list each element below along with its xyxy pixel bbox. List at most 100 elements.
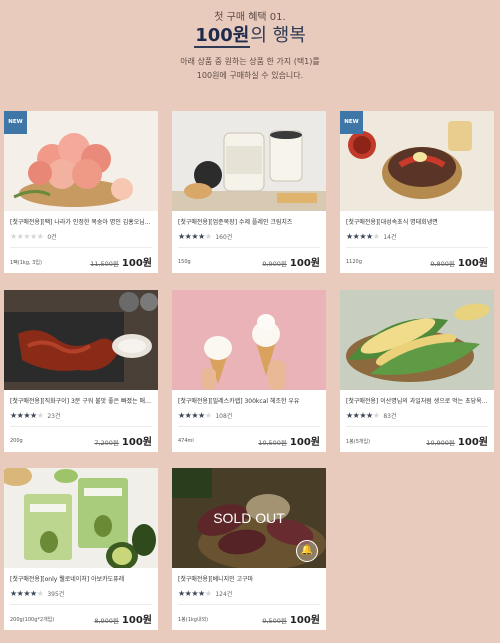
divider xyxy=(178,604,320,605)
star-icon: ★★★★ xyxy=(178,232,205,241)
rating-stars: ★★★★★ 160건 xyxy=(178,232,232,241)
product-card[interactable]: NEW [첫구매전용][대성속초식 명태회냉면 ★★★★★ 14건 1120g 9… xyxy=(340,111,494,273)
review-count: 83건 xyxy=(383,413,397,420)
product-card[interactable]: [첫구매전용][직화구이] 3분 구워 불맛 좋은 빠졌는 매운... ★★★★… xyxy=(4,290,158,452)
star-icon: ★ xyxy=(372,411,380,420)
product-unit: 1120g xyxy=(346,259,362,265)
star-icon: ★★★★ xyxy=(346,232,373,241)
original-price: 10,500원 xyxy=(258,439,287,447)
sale-price: 100원 xyxy=(121,437,152,448)
product-image-cream-cheese[interactable] xyxy=(172,111,326,211)
divider xyxy=(10,247,152,248)
sale-price: 100원 xyxy=(289,437,320,448)
review-count: 160건 xyxy=(215,234,233,241)
star-icon: ★★★★★ xyxy=(10,232,44,241)
promo-title: 100원의 행복 xyxy=(0,21,500,48)
review-count: 108건 xyxy=(215,413,233,420)
product-image-cold-noodles[interactable]: NEW xyxy=(340,111,494,211)
promo-description-line-1: 아래 상품 중 원하는 상품 한 가지 (택1)를 xyxy=(180,57,320,66)
original-price: 9,900원 xyxy=(262,260,287,268)
star-icon: ★ xyxy=(36,411,44,420)
product-card[interactable]: [첫구매전용] 이산명님의 과일처럼 생으로 먹는 초당옥... ★★★★★ 83… xyxy=(340,290,494,452)
product-unit: 1봉(5개입) xyxy=(346,439,371,445)
price: 10,500원 100원 xyxy=(258,433,320,448)
product-name[interactable]: [첫구매전용][직화구이] 3분 구워 불맛 좋은 빠졌는 매운... xyxy=(10,396,154,405)
sale-price: 100원 xyxy=(121,615,152,626)
product-unit: 474ml xyxy=(178,438,194,444)
product-card[interactable]: NEW [첫구매전용][팩] 나라가 인정한 복숭아 명인 김홍오님... ★★… xyxy=(4,111,158,273)
product-image-corn[interactable] xyxy=(340,290,494,390)
original-price: 9,800원 xyxy=(430,260,455,268)
rating-stars: ★★★★★ 23건 xyxy=(10,411,61,420)
star-icon: ★★★★ xyxy=(10,589,37,598)
divider xyxy=(346,247,488,248)
promo-title-rest: 의 행복 xyxy=(250,25,306,46)
sale-price: 100원 xyxy=(121,258,152,269)
divider xyxy=(178,247,320,248)
rating-stars: ★★★★★ 83건 xyxy=(346,411,397,420)
product-name[interactable]: [첫구매전용] 이산명님의 과일처럼 생으로 먹는 초당옥... xyxy=(346,396,490,405)
product-unit: 200g xyxy=(10,438,23,444)
review-count: 14건 xyxy=(383,234,397,241)
product-name[interactable]: [첫구매전용][베니지민 고구마 xyxy=(178,574,322,583)
sale-price: 100원 xyxy=(289,258,320,269)
original-price: 10,900원 xyxy=(426,439,455,447)
original-price: 8,900원 xyxy=(94,617,119,625)
product-name[interactable]: [첫구매전용][엄준목장] 수제 플레인 크림치즈 xyxy=(178,217,322,226)
product-unit: 150g xyxy=(178,259,191,265)
rating-stars: ★★★★★ 124건 xyxy=(178,589,232,598)
product-card[interactable]: [첫구매전용][only 웰로네이처] 아보카도퓨레 ★★★★★ 395건 200… xyxy=(4,468,158,630)
product-unit: 1팩(1kg, 3입) xyxy=(10,260,42,266)
product-card[interactable]: [첫구매전용][엄준목장] 수제 플레인 크림치즈 ★★★★★ 160건 150g… xyxy=(172,111,326,273)
product-name[interactable]: [첫구매전용][대성속초식 명태회냉면 xyxy=(346,217,490,226)
divider xyxy=(178,426,320,427)
product-image-peaches[interactable]: NEW xyxy=(4,111,158,211)
product-unit: 200g(100g*2개입) xyxy=(10,617,55,623)
product-image-avocado-puree[interactable] xyxy=(4,468,158,568)
star-icon: ★ xyxy=(204,232,212,241)
divider xyxy=(10,604,152,605)
star-icon: ★ xyxy=(204,589,212,598)
review-count: 0건 xyxy=(47,234,57,241)
product-name[interactable]: [첫구매전용][밀레스카랩] 300kcal 헤조한 우유 xyxy=(178,396,322,405)
new-badge: NEW xyxy=(340,111,363,134)
price: 10,900원 100원 xyxy=(426,433,488,448)
price: 9,500원 100원 xyxy=(262,611,320,626)
star-icon: ★★★★ xyxy=(178,589,205,598)
product-name[interactable]: [첫구매전용][only 웰로네이처] 아보카도퓨레 xyxy=(10,574,154,583)
promo-description: 아래 상품 중 원하는 상품 한 가지 (택1)를 100원에 구매하실 수 있… xyxy=(0,55,500,83)
original-price: 7,200원 xyxy=(94,439,119,447)
original-price: 9,500원 xyxy=(262,617,287,625)
review-count: 395건 xyxy=(47,591,65,598)
product-image-sweet-potato[interactable]: SOLD OUT 🔔 xyxy=(172,468,326,568)
rating-stars: ★★★★★ 0건 xyxy=(10,232,57,241)
product-unit: 1봉(1kg내외) xyxy=(178,617,209,623)
star-icon: ★ xyxy=(36,589,44,598)
rating-stars: ★★★★★ 108건 xyxy=(178,411,232,420)
promo-title-highlight: 100원 xyxy=(194,25,251,48)
price: 9,900원 100원 xyxy=(262,254,320,269)
review-count: 23건 xyxy=(47,413,61,420)
price: 8,900원 100원 xyxy=(94,611,152,626)
price: 9,800원 100원 xyxy=(430,254,488,269)
product-name[interactable]: [첫구매전용][팩] 나라가 인정한 복숭아 명인 김홍오님... xyxy=(10,217,154,226)
star-icon: ★ xyxy=(372,232,380,241)
bell-icon[interactable]: 🔔 xyxy=(296,540,318,562)
product-card[interactable]: SOLD OUT 🔔 [첫구매전용][베니지민 고구마 ★★★★★ 124건 1봉… xyxy=(172,468,326,630)
rating-stars: ★★★★★ 395건 xyxy=(10,589,64,598)
star-icon: ★ xyxy=(204,411,212,420)
promo-description-line-2: 100원에 구매하실 수 있습니다. xyxy=(196,71,304,80)
product-image-grilled-meat[interactable] xyxy=(4,290,158,390)
star-icon: ★★★★ xyxy=(10,411,37,420)
price: 7,200원 100원 xyxy=(94,433,152,448)
rating-stars: ★★★★★ 14건 xyxy=(346,232,397,241)
review-count: 124건 xyxy=(215,591,233,598)
product-image-ice-cream[interactable] xyxy=(172,290,326,390)
original-price: 11,500원 xyxy=(90,260,119,268)
star-icon: ★★★★ xyxy=(178,411,205,420)
sale-price: 100원 xyxy=(457,437,488,448)
product-card[interactable]: [첫구매전용][밀레스카랩] 300kcal 헤조한 우유 ★★★★★ 108건 … xyxy=(172,290,326,452)
sale-price: 100원 xyxy=(289,615,320,626)
star-icon: ★★★★ xyxy=(346,411,373,420)
divider xyxy=(346,426,488,427)
